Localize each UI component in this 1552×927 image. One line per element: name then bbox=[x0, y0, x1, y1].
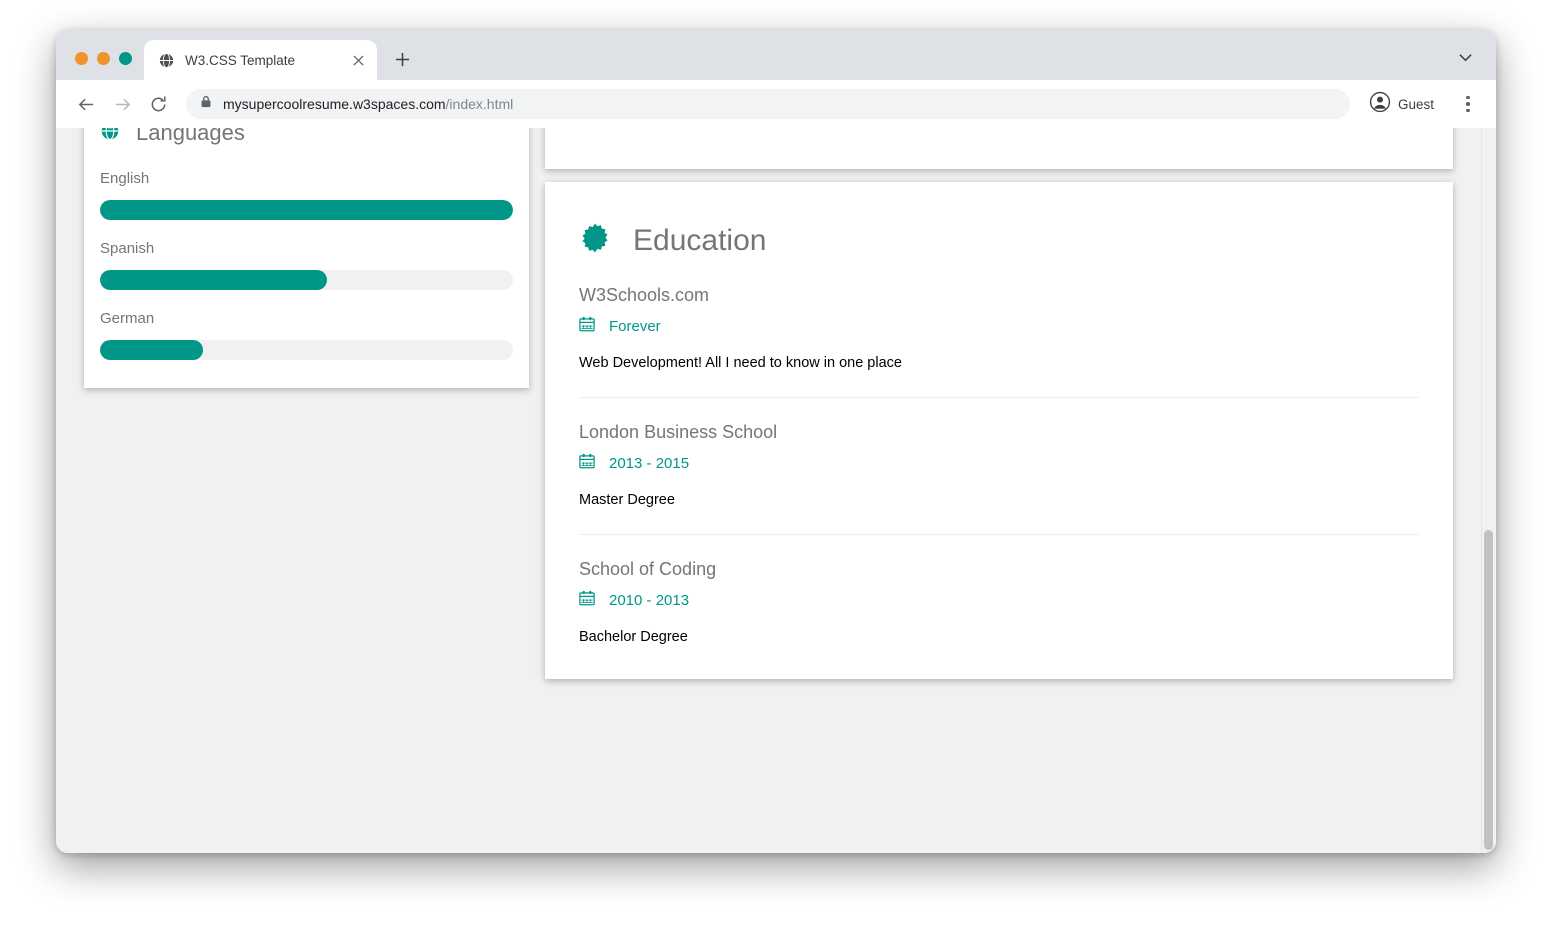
browser-window: W3.CSS Template mysupercoolresume.w3spac… bbox=[56, 30, 1496, 853]
globe-icon bbox=[158, 52, 175, 69]
education-school: School of Coding bbox=[579, 559, 717, 579]
kebab-menu-icon[interactable] bbox=[1454, 89, 1482, 119]
scrollbar-thumb[interactable] bbox=[1484, 530, 1493, 850]
page-viewport: Languages English Spanish German Educati… bbox=[56, 128, 1496, 853]
education-date: Forever bbox=[609, 318, 661, 335]
calendar-icon bbox=[579, 316, 595, 337]
education-card: Education W3Schools.com Forever Web Deve… bbox=[545, 182, 1453, 679]
language-progress-track bbox=[100, 200, 513, 220]
language-item: German bbox=[100, 310, 513, 360]
languages-header: Languages bbox=[100, 128, 513, 150]
profile-label: Guest bbox=[1397, 96, 1434, 112]
language-label: German bbox=[100, 310, 155, 327]
minimize-button[interactable] bbox=[97, 52, 110, 65]
account-circle-icon bbox=[1369, 91, 1391, 118]
language-progress-fill bbox=[100, 200, 513, 220]
education-title: Education bbox=[633, 223, 767, 257]
partial-card-above bbox=[545, 128, 1453, 169]
maximize-button[interactable] bbox=[119, 52, 132, 65]
certificate-rosette-icon bbox=[579, 222, 611, 259]
close-icon[interactable] bbox=[349, 51, 367, 69]
url-domain: mysupercoolresume.w3spaces.com bbox=[223, 96, 446, 112]
education-school: London Business School bbox=[579, 422, 778, 442]
education-entry: School of Coding 2010 - 2013 Bachelor De… bbox=[579, 559, 1419, 645]
language-progress-track bbox=[100, 340, 513, 360]
education-date-row: 2010 - 2013 bbox=[579, 590, 1419, 611]
education-date-row: 2013 - 2015 bbox=[579, 453, 1419, 474]
divider bbox=[579, 397, 1419, 398]
tab-strip: W3.CSS Template bbox=[56, 30, 1496, 80]
reload-icon[interactable] bbox=[142, 88, 174, 120]
globe-icon bbox=[100, 128, 120, 146]
language-item: English bbox=[100, 170, 513, 220]
address-bar-url: mysupercoolresume.w3spaces.com/index.htm… bbox=[223, 96, 513, 112]
calendar-icon bbox=[579, 590, 595, 611]
address-bar[interactable]: mysupercoolresume.w3spaces.com/index.htm… bbox=[186, 89, 1350, 119]
url-path: /index.html bbox=[445, 96, 514, 112]
page-scrollbar[interactable] bbox=[1481, 128, 1496, 853]
education-description: Web Development! All I need to know in o… bbox=[579, 355, 902, 371]
lock-icon bbox=[200, 95, 212, 113]
language-progress-track bbox=[100, 270, 513, 290]
sidebar-card: Languages English Spanish German bbox=[84, 128, 529, 388]
window-controls bbox=[56, 52, 144, 80]
language-label: Spanish bbox=[100, 240, 155, 257]
education-date-row: Forever bbox=[579, 316, 1419, 337]
arrow-left-icon[interactable] bbox=[70, 88, 102, 120]
education-date: 2010 - 2013 bbox=[609, 592, 690, 609]
tab-title: W3.CSS Template bbox=[185, 52, 296, 68]
education-entry: London Business School 2013 - 2015 Maste… bbox=[579, 422, 1419, 508]
language-progress-fill bbox=[100, 270, 328, 290]
education-description: Bachelor Degree bbox=[579, 629, 688, 645]
chevron-down-icon[interactable] bbox=[1450, 42, 1480, 72]
education-header: Education bbox=[579, 222, 1419, 259]
education-description: Master Degree bbox=[579, 492, 675, 508]
new-tab-button[interactable] bbox=[387, 44, 417, 74]
divider bbox=[579, 534, 1419, 535]
tab-w3css-template[interactable]: W3.CSS Template bbox=[144, 40, 377, 80]
education-date: 2013 - 2015 bbox=[609, 455, 690, 472]
browser-toolbar: mysupercoolresume.w3spaces.com/index.htm… bbox=[56, 80, 1496, 128]
languages-title: Languages bbox=[136, 128, 245, 145]
profile-button[interactable]: Guest bbox=[1364, 89, 1446, 119]
calendar-icon bbox=[579, 453, 595, 474]
close-button[interactable] bbox=[75, 52, 88, 65]
education-entry: W3Schools.com Forever Web Development! A… bbox=[579, 285, 1419, 371]
language-progress-fill bbox=[100, 340, 204, 360]
arrow-right-icon[interactable] bbox=[106, 88, 138, 120]
education-school: W3Schools.com bbox=[579, 285, 710, 305]
language-item: Spanish bbox=[100, 240, 513, 290]
language-label: English bbox=[100, 170, 150, 187]
